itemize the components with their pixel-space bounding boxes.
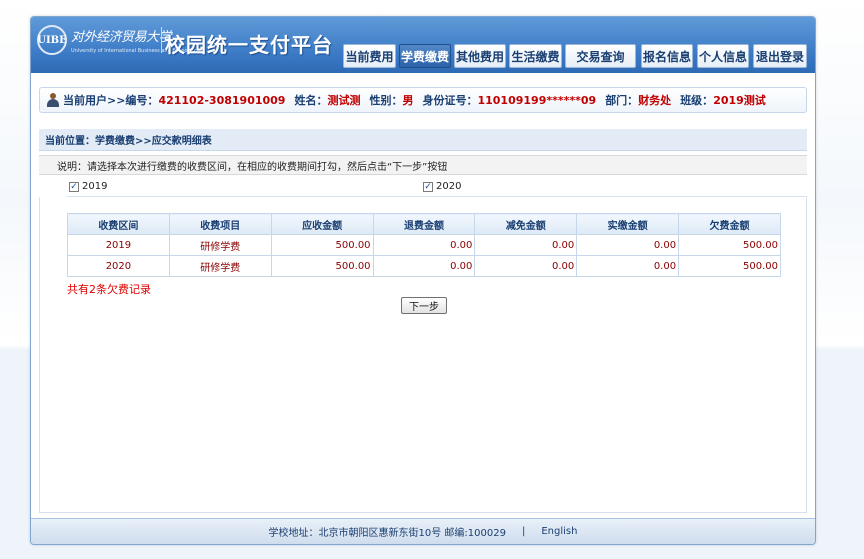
period-2019-label: 2019: [82, 181, 108, 192]
cell-item: 研修学费: [168, 255, 272, 277]
user-dept: 财务处: [638, 94, 672, 107]
nav-registration-info[interactable]: 报名信息: [641, 44, 693, 68]
nav-other-fees[interactable]: 其他费用: [454, 44, 506, 68]
arrears-summary: 共有2条欠费记录: [67, 283, 151, 296]
class-label: 班级：: [680, 94, 714, 107]
current-user-label: 当前用户>>编号：: [63, 94, 159, 107]
cell-discount: 0.00: [474, 234, 578, 256]
nav-logout[interactable]: 退出登录: [753, 44, 807, 68]
cell-arrears: 500.00: [678, 234, 781, 256]
school-address: 学校地址：北京市朝阳区惠新东街10号 邮编:100029: [268, 528, 506, 539]
table-row: 2020 研修学费 500.00 0.00 0.00 0.00 500.00: [67, 255, 781, 277]
col-refund: 退费金额: [372, 213, 476, 235]
nav-personal-info[interactable]: 个人信息: [697, 44, 749, 68]
period-2019[interactable]: ✓ 2019: [69, 181, 107, 192]
header: UIBE 对外经济贸易大学 University of Internationa…: [31, 17, 815, 73]
col-period: 收费区间: [67, 213, 170, 235]
cell-paid: 0.00: [576, 255, 680, 277]
col-receivable: 应收金额: [270, 213, 374, 235]
period-selector: ✓ 2019 ✓ 2020: [67, 179, 807, 197]
breadcrumb: 当前位置：学费缴费>>应交款明细表: [39, 129, 807, 151]
user-idcard: 110109199******09: [477, 93, 597, 107]
user-gender: 男: [402, 94, 414, 107]
col-item: 收费项目: [168, 213, 272, 235]
fee-details-table: 收费区间 收费项目 应收金额 退费金额 减免金额 实缴金额 欠费金额 2019 …: [67, 213, 781, 277]
period-2020[interactable]: ✓ 2020: [423, 181, 461, 192]
col-paid: 实缴金额: [576, 213, 680, 235]
col-arrears: 欠费金额: [678, 213, 781, 235]
gender-label: 性别：: [369, 94, 403, 107]
cell-item: 研修学费: [168, 234, 272, 256]
table-row: 2019 研修学费 500.00 0.00 0.00 0.00 500.00: [67, 234, 781, 256]
cell-refund: 0.00: [372, 255, 476, 277]
period-2019-checkbox[interactable]: ✓: [69, 181, 79, 192]
footer: 学校地址：北京市朝阳区惠新东街10号 邮编:100029 | English: [31, 518, 815, 544]
dept-label: 部门：: [605, 94, 639, 107]
cell-discount: 0.00: [474, 255, 578, 277]
user-info-bar: 当前用户>>编号： 421102-3081901009 姓名： 测试测 性别： …: [39, 87, 807, 113]
user-class: 2019测试: [713, 94, 766, 107]
footer-separator: |: [521, 526, 526, 537]
name-label: 姓名：: [294, 94, 328, 107]
cell-refund: 0.00: [372, 234, 476, 256]
cell-period: 2019: [67, 234, 170, 256]
nav-living-payment[interactable]: 生活缴费: [509, 44, 562, 68]
nav-current-fees[interactable]: 当前费用: [343, 44, 396, 68]
cell-receivable: 500.00: [270, 255, 374, 277]
next-step-button[interactable]: 下一步: [401, 297, 447, 314]
main-container: UIBE 对外经济贸易大学 University of Internationa…: [30, 16, 816, 545]
cell-arrears: 500.00: [678, 255, 781, 277]
col-discount: 减免金额: [474, 213, 578, 235]
table-header-row: 收费区间 收费项目 应收金额 退费金额 减免金额 实缴金额 欠费金额: [67, 213, 781, 235]
english-link[interactable]: English: [541, 526, 577, 537]
instruction-note: 说明：请选择本次进行缴费的收费区间，在相应的收费期间打勾，然后点击“下一步”按钮: [39, 155, 807, 175]
user-name: 测试测: [327, 94, 361, 107]
main-nav: 当前费用 学费缴费 其他费用 生活缴费 交易查询 报名信息 个人信息 退出登录: [31, 17, 815, 73]
cell-period: 2020: [67, 255, 170, 277]
period-2020-checkbox[interactable]: ✓: [423, 181, 433, 192]
period-2020-label: 2020: [436, 181, 462, 192]
user-id: 421102-3081901009: [158, 93, 286, 107]
user-icon: [46, 93, 60, 107]
cell-receivable: 500.00: [270, 234, 374, 256]
nav-transaction-query[interactable]: 交易查询: [565, 44, 636, 68]
cell-paid: 0.00: [576, 234, 680, 256]
nav-tuition-payment[interactable]: 学费缴费: [399, 44, 451, 68]
idcard-label: 身份证号：: [422, 94, 478, 107]
